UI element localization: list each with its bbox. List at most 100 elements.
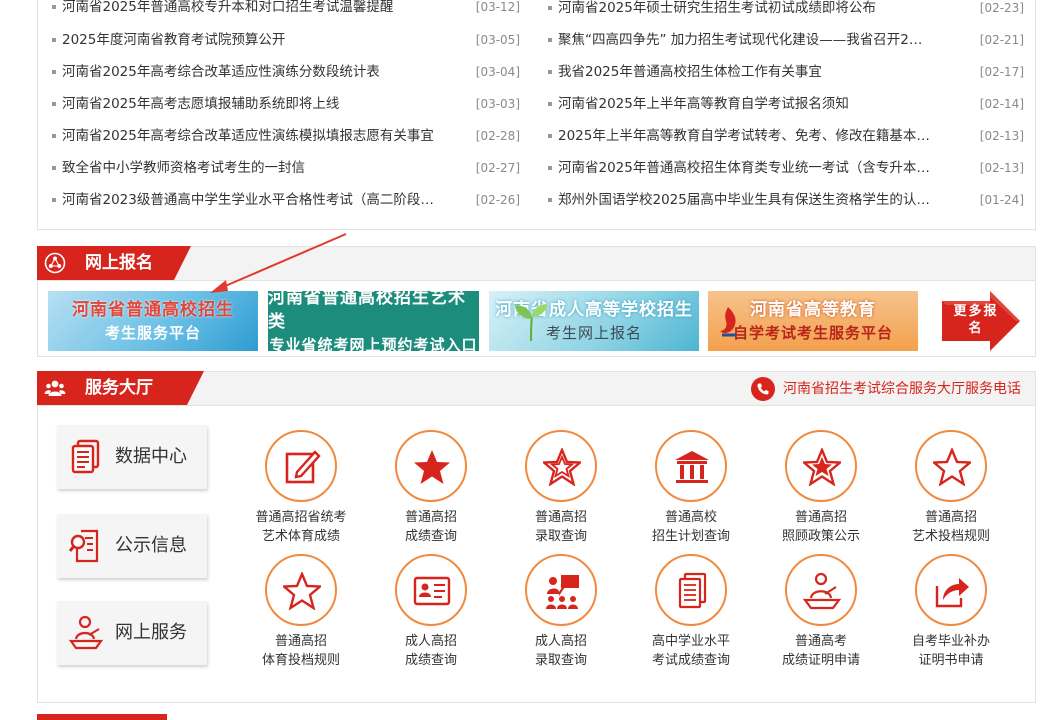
self-study-logo-icon — [720, 307, 736, 337]
banner-line2: 自学考试考生服务平台 — [732, 324, 893, 342]
news-title[interactable]: 我省2025年普通高校招生体检工作有关事宜 — [558, 62, 822, 82]
data-center-button[interactable]: 数据中心 — [57, 425, 207, 489]
news-item[interactable]: 2025年上半年高等教育自学考试转考、免考、修改在籍基本… [02-13] — [548, 126, 1024, 158]
public-info-button[interactable]: 公示信息 — [57, 514, 207, 578]
service-item-graduation-reissue[interactable]: 自考毕业补办 证明书申请 — [886, 554, 1016, 670]
service-icon-circle — [785, 554, 857, 626]
service-item-academic-level-score[interactable]: 高中学业水平 考试成绩查询 — [626, 554, 756, 670]
news-title[interactable]: 河南省2025年普通高校招生体育类专业统一考试（含专升本… — [558, 158, 930, 178]
news-date: [02-23] — [979, 1, 1024, 15]
news-date: [02-28] — [475, 129, 520, 143]
next-section-tab-edge — [37, 714, 167, 720]
news-column-left: 河南省2025年普通高校专升本和对口招生考试温馨提醒 [03-12] 2025年度… — [52, 0, 522, 222]
banner-line2: 考生服务平台 — [104, 324, 201, 342]
news-title[interactable]: 河南省2025年高考综合改革适应性演练分数段统计表 — [62, 62, 380, 82]
news-item[interactable]: 我省2025年普通高校招生体检工作有关事宜 [02-17] — [548, 62, 1024, 94]
banner-gaokao-service-platform[interactable]: 河南省普通高校招生 考生服务平台 — [48, 291, 258, 351]
bullet-icon — [548, 102, 552, 106]
news-date: [01-24] — [979, 193, 1024, 207]
label-line2: 录取查询 — [534, 653, 587, 668]
news-item[interactable]: 河南省2023级普通高中学生学业水平合格性考试（高二阶段… [02-26] — [52, 190, 522, 222]
data-center-label: 数据中心 — [115, 446, 187, 467]
bullet-icon — [548, 198, 552, 202]
news-item[interactable]: 河南省2025年硕士研究生招生考试初试成绩即将公布 [02-23] — [548, 0, 1024, 30]
more-registration-button[interactable]: 更多报名 — [938, 291, 1022, 351]
service-item-enrollment-plan[interactable]: 普通高校 招生计划查询 — [626, 430, 756, 546]
news-title[interactable]: 2025年度河南省教育考试院预算公开 — [62, 30, 285, 50]
news-date: [02-26] — [475, 193, 520, 207]
service-icon-circle — [525, 554, 597, 626]
service-item-policy-notice[interactable]: 普通高招 照顾政策公示 — [756, 430, 886, 546]
service-item-adult-admission[interactable]: 成人高招 录取查询 — [496, 554, 626, 670]
service-hotline-link[interactable]: 河南省招生考试综合服务大厅服务电话 — [751, 377, 1021, 401]
news-date: [03-05] — [475, 33, 520, 47]
bank-icon — [675, 451, 709, 483]
section-title-text: 网上报名 — [85, 253, 153, 273]
news-title[interactable]: 河南省2025年普通高校专升本和对口招生考试温馨提醒 — [62, 0, 393, 17]
label-line1: 自考毕业补办 — [911, 634, 990, 649]
service-item-score-certificate[interactable]: 普通高考 成绩证明申请 — [756, 554, 886, 670]
news-title[interactable]: 聚焦“四高四争先” 加力招生考试现代化建设——我省召开2… — [558, 30, 922, 50]
service-icon-circle — [915, 430, 987, 502]
section-title: 服务大厅 — [37, 371, 204, 405]
news-item[interactable]: 河南省2025年普通高校专升本和对口招生考试温馨提醒 [03-12] — [52, 0, 522, 29]
news-title[interactable]: 河南省2023级普通高中学生学业水平合格性考试（高二阶段… — [62, 190, 434, 210]
bullet-icon — [52, 166, 56, 170]
service-icon-circle — [525, 430, 597, 502]
service-item-label: 成人高招 成绩查询 — [366, 632, 496, 670]
news-item[interactable]: 河南省2025年高考综合改革适应性演练分数段统计表 [03-04] — [52, 62, 522, 94]
service-item-sports-rules[interactable]: 普通高招 体育投档规则 — [236, 554, 366, 670]
label-line1: 普通高校 — [664, 510, 717, 525]
banner-art-exam-booking[interactable]: 河南省普通高校招生艺术类 专业省统考网上预约考试入口 — [268, 291, 479, 351]
banner-line2: 专业省统考网上预约考试入口 — [269, 336, 478, 351]
service-item-art-sports-score[interactable]: 普通高招省统考 艺术体育成绩 — [236, 430, 366, 546]
service-item-label: 普通高招 艺术投档规则 — [886, 508, 1016, 546]
service-item-label: 自考毕业补办 证明书申请 — [886, 632, 1016, 670]
banner-line1: 河南省普通高校招生 — [72, 300, 234, 320]
label-line1: 成人高招 — [404, 634, 457, 649]
news-item[interactable]: 致全省中小学教师资格考试考生的一封信 [02-27] — [52, 158, 522, 190]
bullet-icon — [52, 70, 56, 74]
news-title[interactable]: 河南省2025年高考综合改革适应性演练模拟填报志愿有关事宜 — [62, 126, 434, 146]
news-item[interactable]: 郑州外国语学校2025届高中毕业生具有保送生资格学生的认… [01-24] — [548, 190, 1024, 222]
news-item[interactable]: 河南省2025年普通高校招生体育类专业统一考试（含专升本… [02-13] — [548, 158, 1024, 190]
label-line2: 照顾政策公示 — [781, 529, 860, 544]
bullet-icon — [548, 38, 552, 42]
news-date: [02-14] — [979, 97, 1024, 111]
news-title[interactable]: 河南省2025年上半年高等教育自学考试报名须知 — [558, 94, 849, 114]
label-line2: 证明书申请 — [918, 653, 984, 668]
news-item[interactable]: 聚焦“四高四争先” 加力招生考试现代化建设——我省召开2… [02-21] — [548, 30, 1024, 62]
service-item-admission-query[interactable]: 普通高招 录取查询 — [496, 430, 626, 546]
service-icon-circle — [785, 430, 857, 502]
news-title[interactable]: 河南省2025年硕士研究生招生考试初试成绩即将公布 — [558, 0, 876, 18]
news-item[interactable]: 2025年度河南省教育考试院预算公开 [03-05] — [52, 30, 522, 62]
service-icon-circle — [265, 430, 337, 502]
service-item-label: 普通高招 照顾政策公示 — [756, 508, 886, 546]
service-item-adult-score[interactable]: 成人高招 成绩查询 — [366, 554, 496, 670]
news-column-right: 河南省2025年硕士研究生招生考试初试成绩即将公布 [02-23] 聚焦“四高四争… — [548, 0, 1024, 222]
hotline-text: 河南省招生考试综合服务大厅服务电话 — [783, 381, 1021, 397]
news-title[interactable]: 2025年上半年高等教育自学考试转考、免考、修改在籍基本… — [558, 126, 930, 146]
news-item[interactable]: 河南省2025年高考志愿填报辅助系统即将上线 [03-03] — [52, 94, 522, 126]
document-stack-icon — [71, 439, 100, 474]
news-title[interactable]: 致全省中小学教师资格考试考生的一封信 — [62, 158, 305, 178]
service-item-art-rules[interactable]: 普通高招 艺术投档规则 — [886, 430, 1016, 546]
edit-icon — [285, 450, 321, 484]
label-line2: 艺术投档规则 — [911, 529, 990, 544]
service-item-label: 普通高招 体育投档规则 — [236, 632, 366, 670]
news-item[interactable]: 河南省2025年上半年高等教育自学考试报名须知 [02-14] — [548, 94, 1024, 126]
bullet-icon — [52, 38, 56, 42]
banner-self-study-exam[interactable]: 河南省高等教育 自学考试考生服务平台 — [708, 291, 918, 351]
news-title[interactable]: 河南省2025年高考志愿填报辅助系统即将上线 — [62, 94, 339, 114]
news-title[interactable]: 郑州外国语学校2025届高中毕业生具有保送生资格学生的认… — [558, 190, 930, 210]
presentation-icon — [546, 575, 579, 609]
online-service-button[interactable]: 网上服务 — [57, 601, 207, 665]
banner-adult-enrollment[interactable]: 河南省成人高等学校招生 考生网上报名 — [489, 291, 699, 351]
service-item-gaokao-score[interactable]: 普通高招 成绩查询 — [366, 430, 496, 546]
online-registration-section: 网上报名 河南省普通高校招生 考生服务平台 河南省普通高校招生艺术类 专业省统考… — [37, 246, 1036, 357]
news-item[interactable]: 河南省2025年高考综合改革适应性演练模拟填报志愿有关事宜 [02-28] — [52, 126, 522, 158]
service-item-label: 普通高招 录取查询 — [496, 508, 626, 546]
news-date: [03-12] — [475, 0, 520, 14]
news-date: [02-13] — [979, 161, 1024, 175]
service-icon-circle — [915, 554, 987, 626]
